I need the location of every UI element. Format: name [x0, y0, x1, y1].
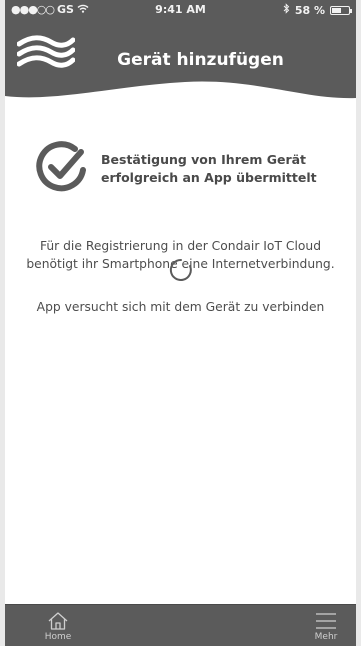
- info-line-1: Für die Registrierung in der Condair IoT…: [39, 239, 322, 253]
- status-bar: ●●●○○ GS 9:41 AM 58 %: [5, 0, 356, 20]
- tab-bar: Home Mehr: [5, 604, 356, 646]
- phone-screen: ●●●○○ GS 9:41 AM 58 % Gerät hinzufügen B…: [5, 0, 356, 646]
- checkmark-circle-icon: [35, 140, 89, 198]
- connection-status-text: App versucht sich mit dem Gerät zu verbi…: [36, 300, 325, 314]
- confirmation-text: Bestätigung von Ihrem Gerät erfolgreich …: [101, 151, 317, 187]
- confirmation-line-2: erfolgreich an App übermittelt: [101, 170, 317, 185]
- status-bar-right: 58 %: [283, 3, 352, 17]
- loading-spinner-icon: [169, 258, 193, 286]
- menu-icon: [296, 611, 356, 631]
- bluetooth-icon: [283, 3, 290, 17]
- battery-icon: [330, 5, 352, 15]
- app-header: Gerät hinzufügen: [5, 20, 356, 102]
- confirmation-line-1: Bestätigung von Ihrem Gerät: [101, 152, 307, 167]
- tab-more[interactable]: Mehr: [296, 605, 356, 646]
- home-icon: [28, 611, 88, 631]
- confirmation-message: Bestätigung von Ihrem Gerät erfolgreich …: [35, 140, 317, 198]
- battery-level: [332, 7, 342, 13]
- page-title: Gerät hinzufügen: [117, 50, 284, 70]
- tab-home-label: Home: [44, 632, 72, 642]
- battery-percentage: 58 %: [294, 3, 325, 17]
- tab-more-label: Mehr: [314, 632, 338, 642]
- tab-home[interactable]: Home: [28, 605, 88, 646]
